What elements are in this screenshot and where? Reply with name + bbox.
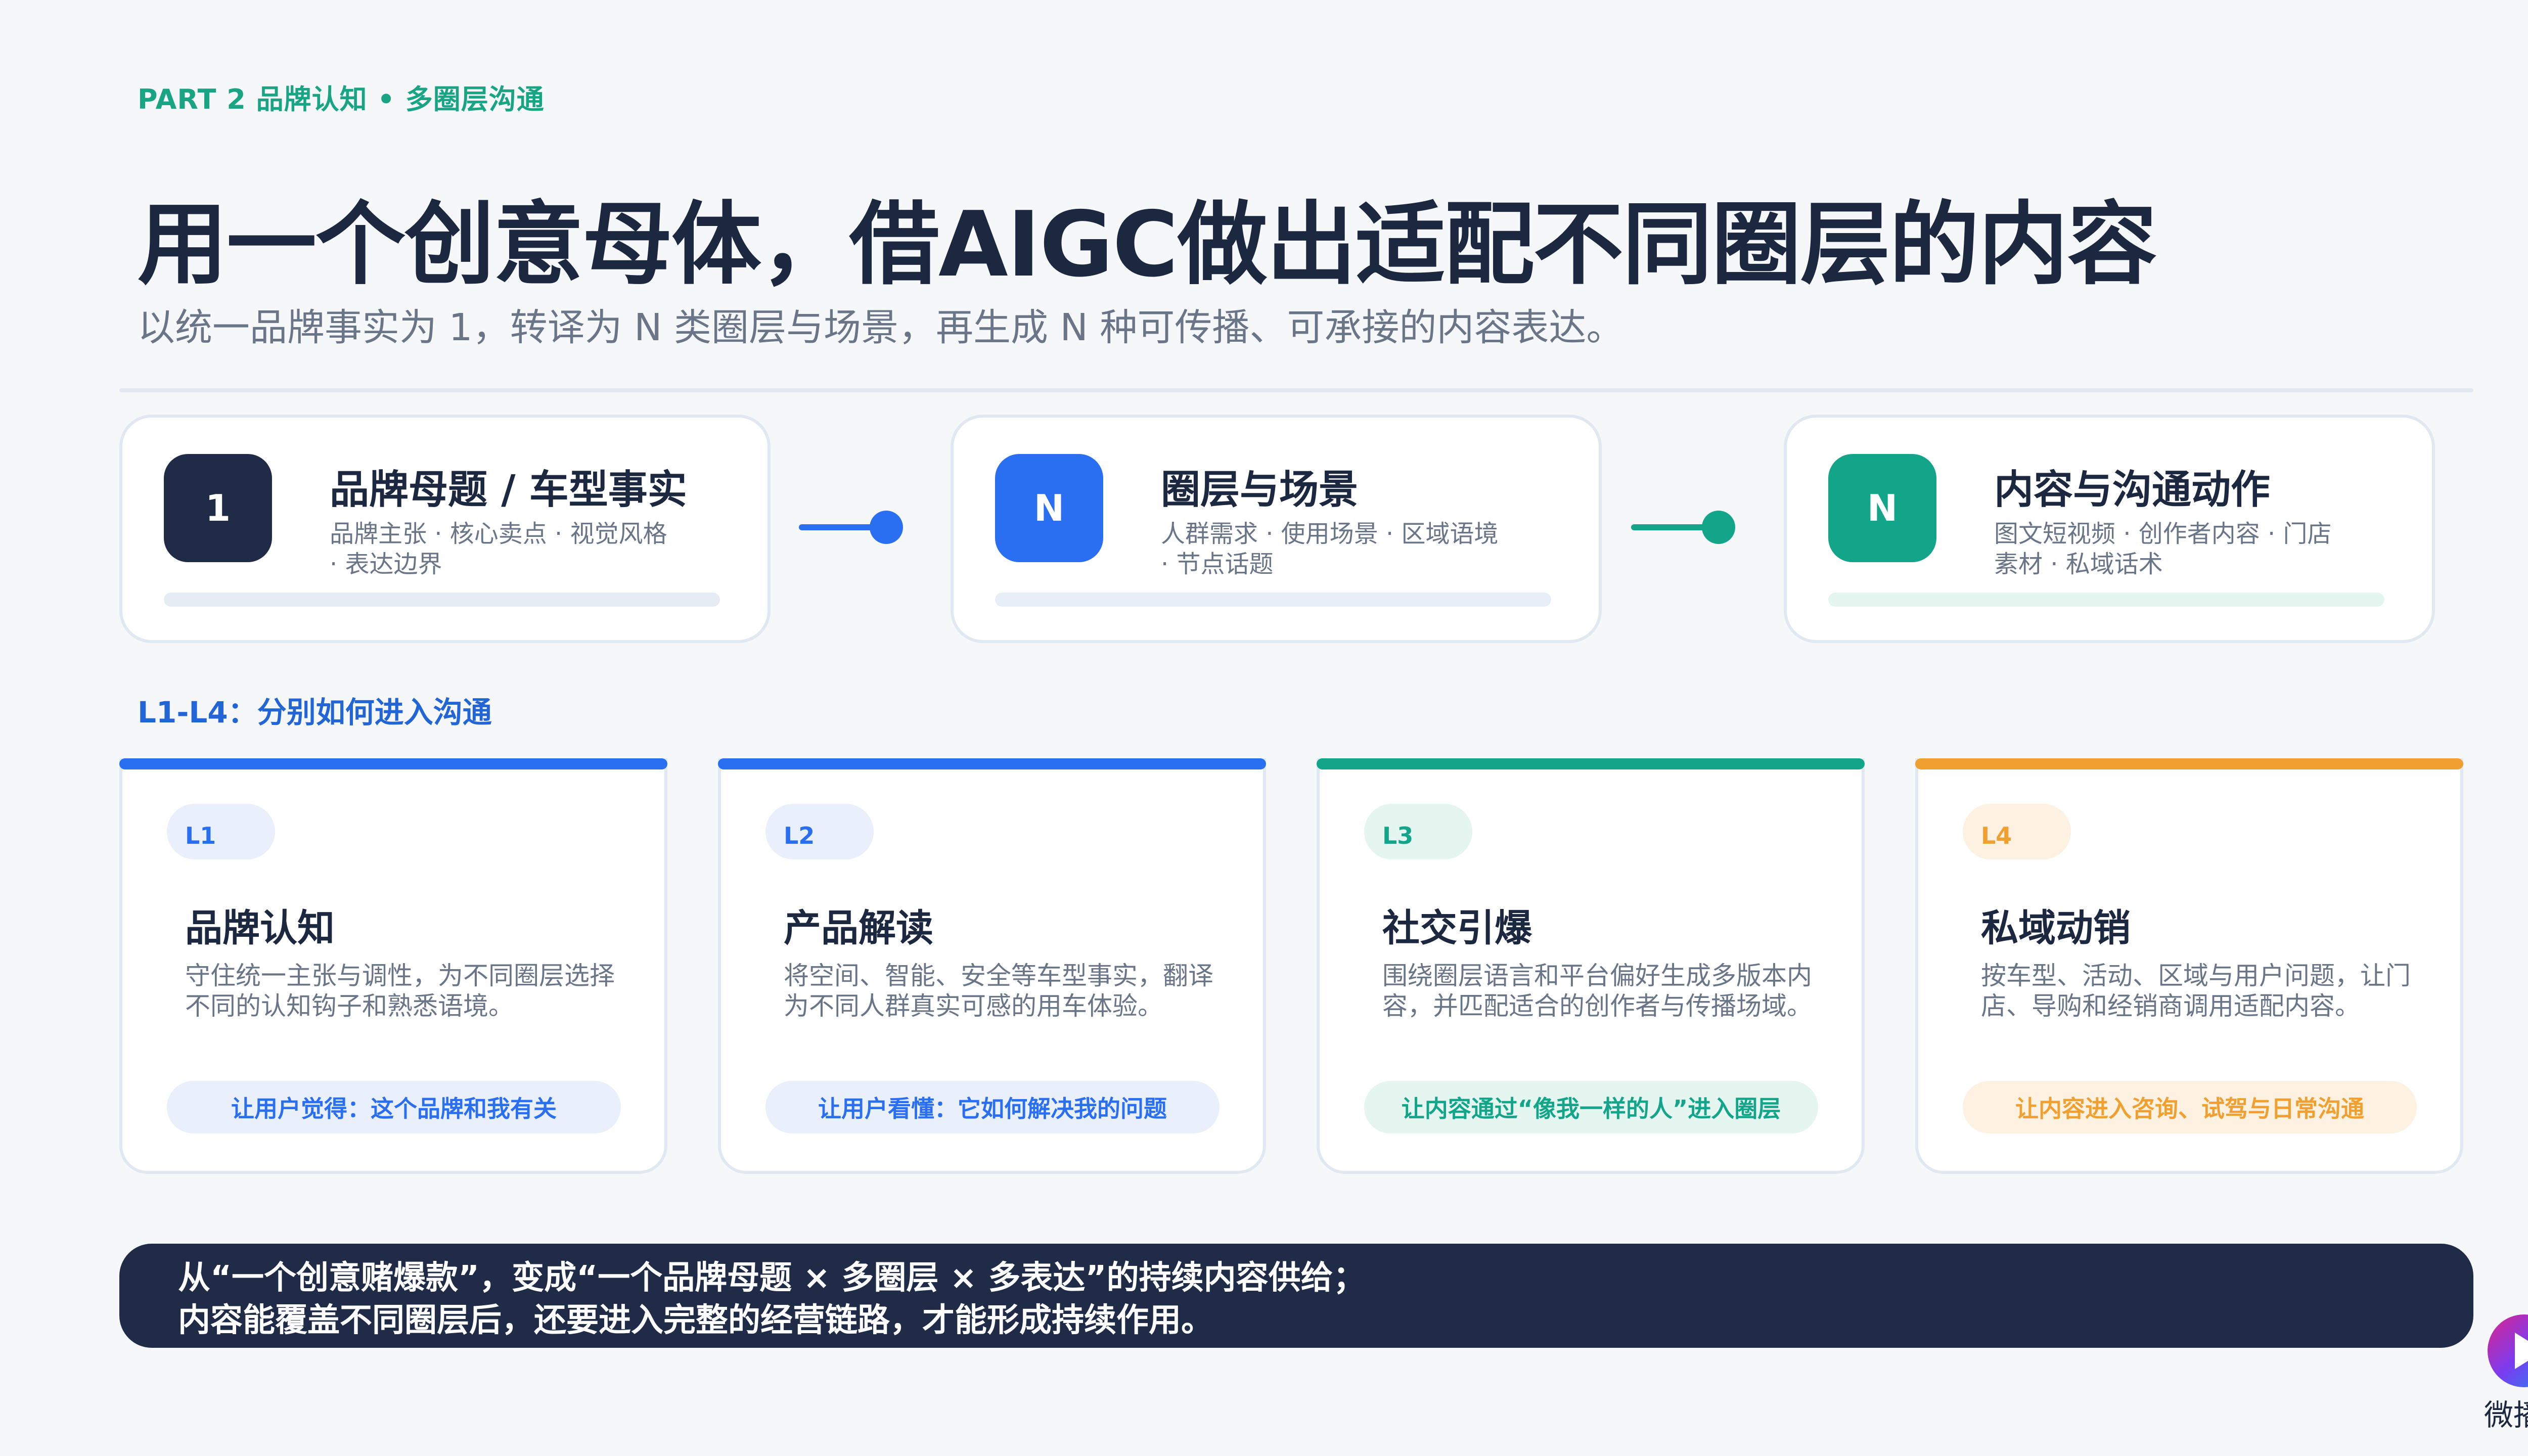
flow-title: 圈层与场景 <box>1161 467 1359 513</box>
level-note: 让内容进入咨询、试驾与日常沟通 <box>1963 1081 2417 1133</box>
level-desc: 按车型、活动、区域与用户问题，让门店、导购和经销商调用适配内容。 <box>1981 961 2411 1021</box>
flow-badge: N <box>995 454 1103 562</box>
flow-progress-bar <box>995 593 1551 607</box>
level-title: 私域动销 <box>1981 906 2131 950</box>
flow-progress-bar <box>164 593 720 607</box>
flow-progress-bar <box>1828 593 2384 607</box>
flow-title: 内容与沟通动作 <box>1994 467 2271 513</box>
level-note: 让用户看懂：它如何解决我的问题 <box>765 1081 1220 1133</box>
level-accent-bar <box>1317 758 1865 769</box>
flow-card-circles-scenes: N 圈层与场景 人群需求 · 使用场景 · 区域语境 · 节点话题 <box>951 415 1602 643</box>
level-accent-bar <box>718 758 1266 769</box>
level-card-l3: L3 社交引爆 围绕圈层语言和平台偏好生成多版本内容，并匹配适合的创作者与传播场… <box>1317 758 1865 1174</box>
level-card-l2: L2 产品解读 将空间、智能、安全等车型事实，翻译为不同人群真实可感的用车体验。… <box>718 758 1266 1174</box>
level-tag: L1 <box>167 804 275 859</box>
banner-line-2: 内容能覆盖不同圈层后，还要进入完整的经营链路，才能形成持续作用。 <box>178 1302 1213 1339</box>
page-title: 用一个创意母体，借AIGC做出适配不同圈层的内容 <box>138 192 2157 297</box>
logo-text: 微播易 <box>2484 1398 2528 1432</box>
levels-heading: L1-L4：分别如何进入沟通 <box>138 695 492 730</box>
level-tag: L2 <box>765 804 874 859</box>
level-note: 让用户觉得：这个品牌和我有关 <box>167 1081 621 1133</box>
flow-connector <box>1631 506 1735 546</box>
flow-connector <box>799 506 903 546</box>
flow-badge: 1 <box>164 454 272 562</box>
flow-badge: N <box>1828 454 1936 562</box>
flow-desc: 品牌主张 · 核心卖点 · 视觉风格 · 表达边界 <box>330 520 667 578</box>
level-tag: L4 <box>1963 804 2071 859</box>
banner-line-1: 从“一个创意赌爆款”，变成“一个品牌母题 × 多圈层 × 多表达”的持续内容供给… <box>178 1259 1366 1297</box>
level-accent-bar <box>119 758 667 769</box>
header-divider <box>119 388 2473 392</box>
level-desc: 围绕圈层语言和平台偏好生成多版本内容，并匹配适合的创作者与传播场域。 <box>1382 961 1812 1021</box>
brand-logo: 微播易 <box>2477 1292 2528 1444</box>
flow-desc: 图文短视频 · 创作者内容 · 门店素材 · 私域话术 <box>1994 520 2332 578</box>
flow-title: 品牌母题 / 车型事实 <box>330 467 687 513</box>
level-tag: L3 <box>1364 804 1472 859</box>
play-logo-icon <box>2488 1314 2528 1387</box>
level-title: 产品解读 <box>784 906 933 950</box>
flow-card-brand-theme: 1 品牌母题 / 车型事实 品牌主张 · 核心卖点 · 视觉风格 · 表达边界 <box>119 415 771 643</box>
level-note: 让内容通过“像我一样的人”进入圈层 <box>1364 1081 1818 1133</box>
level-desc: 守住统一主张与调性，为不同圈层选择不同的认知钩子和熟悉语境。 <box>185 961 615 1021</box>
flow-desc: 人群需求 · 使用场景 · 区域语境 · 节点话题 <box>1161 520 1499 578</box>
page-subtitle: 以统一品牌事实为 1，转译为 N 类圈层与场景，再生成 N 种可传播、可承接的内… <box>138 306 1624 349</box>
level-card-l4: L4 私域动销 按车型、活动、区域与用户问题，让门店、导购和经销商调用适配内容。… <box>1915 758 2463 1174</box>
level-card-l1: L1 品牌认知 守住统一主张与调性，为不同圈层选择不同的认知钩子和熟悉语境。 让… <box>119 758 667 1174</box>
level-title: 社交引爆 <box>1382 906 1532 950</box>
level-title: 品牌认知 <box>185 906 335 950</box>
summary-banner: 从“一个创意赌爆款”，变成“一个品牌母题 × 多圈层 × 多表达”的持续内容供给… <box>119 1244 2473 1348</box>
level-desc: 将空间、智能、安全等车型事实，翻译为不同人群真实可感的用车体验。 <box>784 961 1213 1021</box>
flow-card-content-actions: N 内容与沟通动作 图文短视频 · 创作者内容 · 门店素材 · 私域话术 <box>1784 415 2435 643</box>
level-accent-bar <box>1915 758 2463 769</box>
section-tag: PART 2 品牌认知 • 多圈层沟通 <box>138 83 545 115</box>
